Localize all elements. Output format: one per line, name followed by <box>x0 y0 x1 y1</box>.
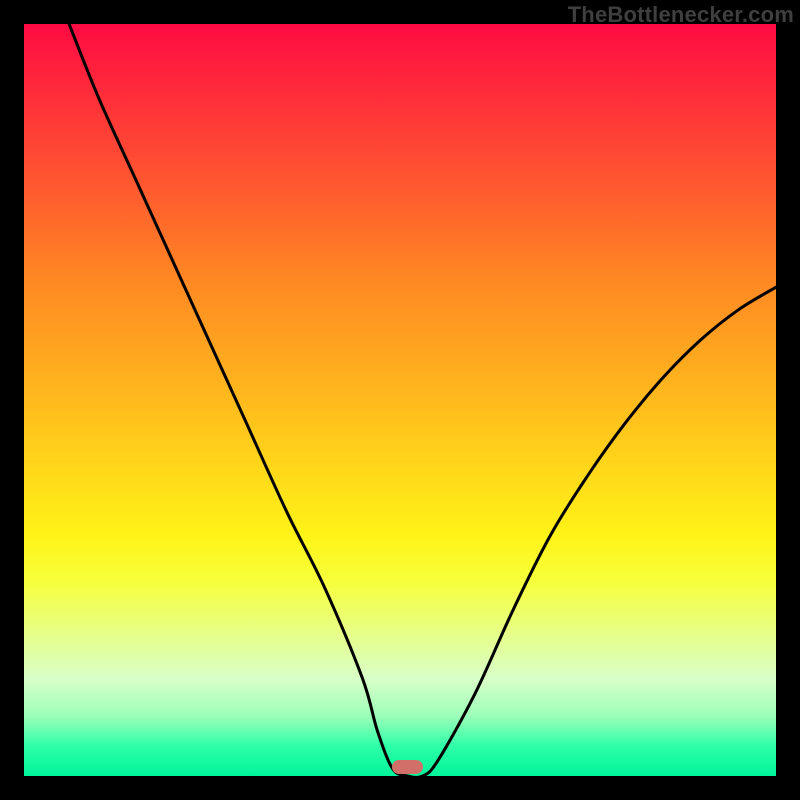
minimum-marker <box>392 760 422 774</box>
attribution-text: TheBottlenecker.com <box>568 2 794 28</box>
curve-path <box>69 24 776 776</box>
plot-area <box>24 24 776 776</box>
chart-frame: TheBottlenecker.com <box>0 0 800 800</box>
bottleneck-curve <box>24 24 776 776</box>
